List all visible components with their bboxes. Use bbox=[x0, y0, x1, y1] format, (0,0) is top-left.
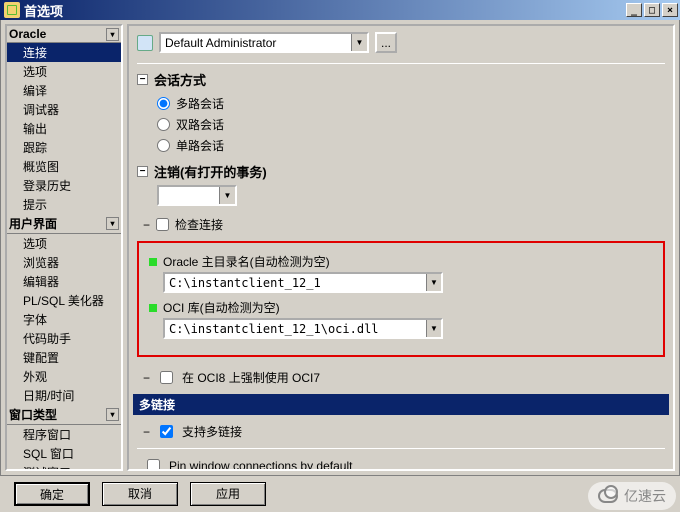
tree-item[interactable]: 概览图 bbox=[7, 157, 121, 176]
radio-multi-session[interactable]: 多路会话 bbox=[137, 93, 665, 114]
check-label: 支持多链接 bbox=[182, 423, 242, 440]
tree-group-label: 用户界面 bbox=[9, 215, 57, 232]
tree-item[interactable]: 提示 bbox=[7, 195, 121, 214]
tree-item[interactable]: 测试窗口 bbox=[7, 463, 121, 471]
session-header: − 会话方式 bbox=[137, 70, 665, 89]
minus-icon[interactable]: − bbox=[143, 371, 150, 385]
apply-button[interactable]: 应用 bbox=[190, 482, 266, 506]
status-dot-icon bbox=[149, 258, 157, 266]
admin-icon bbox=[137, 35, 153, 51]
admin-browse-button[interactable]: ... bbox=[375, 32, 397, 53]
minus-icon[interactable]: − bbox=[143, 425, 150, 439]
settings-panel: ▼ ... − 会话方式 多路会话 双路会话 单路会话 − 注销(有打开的事务)… bbox=[127, 24, 675, 471]
close-button[interactable]: × bbox=[662, 3, 678, 17]
oci-lib-combo[interactable]: ▼ bbox=[163, 318, 443, 339]
tree-item[interactable]: 外观 bbox=[7, 367, 121, 386]
collapse-icon[interactable]: ▾ bbox=[106, 217, 119, 230]
support-multi-checkbox[interactable] bbox=[160, 425, 173, 438]
tree-item[interactable]: 选项 bbox=[7, 62, 121, 81]
watermark-text: 亿速云 bbox=[624, 486, 666, 506]
check-connection-checkbox[interactable] bbox=[156, 218, 169, 231]
highlighted-settings: Oracle 主目录名(自动检测为空) ▼ OCI 库(自动检测为空) ▼ bbox=[137, 241, 665, 357]
status-dot-icon bbox=[149, 304, 157, 312]
tree-item[interactable]: 键配置 bbox=[7, 348, 121, 367]
oracle-home-label: Oracle 主目录名(自动检测为空) bbox=[149, 253, 653, 270]
tree-item[interactable]: 字体 bbox=[7, 310, 121, 329]
app-icon bbox=[4, 2, 20, 18]
dialog-buttons: 确定 取消 应用 bbox=[4, 480, 676, 508]
tree-group-ui[interactable]: 用户界面 ▾ bbox=[7, 214, 121, 234]
check-label: 检查连接 bbox=[175, 216, 223, 233]
cloud-icon bbox=[598, 489, 618, 503]
window-title: 首选项 bbox=[24, 1, 63, 20]
preferences-tree[interactable]: Oracle ▾ 连接 选项 编译 调试器 输出 跟踪 概览图 登录历史 提示 … bbox=[5, 24, 123, 471]
logoff-header: − 注销(有打开的事务) bbox=[137, 162, 665, 181]
tree-item[interactable]: 编辑器 bbox=[7, 272, 121, 291]
tree-item[interactable]: 调试器 bbox=[7, 100, 121, 119]
tree-item[interactable]: 浏览器 bbox=[7, 253, 121, 272]
chevron-down-icon[interactable]: ▼ bbox=[351, 34, 367, 51]
multi-link-header: 多链接 bbox=[133, 394, 669, 415]
tree-item[interactable]: 选项 bbox=[7, 234, 121, 253]
minus-icon[interactable]: − bbox=[143, 218, 150, 232]
check-label: 在 OCI8 上强制使用 OCI7 bbox=[182, 369, 320, 386]
check-label: Pin window connections by default bbox=[169, 459, 352, 472]
chevron-down-icon[interactable]: ▼ bbox=[219, 187, 235, 204]
radio-label: 多路会话 bbox=[176, 95, 224, 112]
logoff-header-label: 注销(有打开的事务) bbox=[154, 162, 267, 181]
radio-input[interactable] bbox=[157, 97, 170, 110]
cancel-button[interactable]: 取消 bbox=[102, 482, 178, 506]
tree-item[interactable]: 代码助手 bbox=[7, 329, 121, 348]
field-label-text: OCI 库(自动检测为空) bbox=[163, 299, 280, 316]
oci-lib-input[interactable] bbox=[165, 322, 426, 336]
tree-group-windowtype[interactable]: 窗口类型 ▾ bbox=[7, 405, 121, 425]
tree-item[interactable]: 程序窗口 bbox=[7, 425, 121, 444]
tree-group-label: Oracle bbox=[9, 27, 46, 41]
session-header-label: 会话方式 bbox=[154, 70, 206, 89]
oracle-home-combo[interactable]: ▼ bbox=[163, 272, 443, 293]
pin-window-row[interactable]: Pin window connections by default bbox=[137, 453, 665, 471]
oci8-force-row[interactable]: − 在 OCI8 上强制使用 OCI7 bbox=[137, 365, 665, 390]
tree-item[interactable]: SQL 窗口 bbox=[7, 444, 121, 463]
radio-input[interactable] bbox=[157, 118, 170, 131]
logoff-dropdown[interactable]: ▼ bbox=[157, 185, 237, 206]
minimize-button[interactable]: _ bbox=[626, 3, 642, 17]
admin-input[interactable] bbox=[161, 34, 351, 51]
check-connection-row[interactable]: − 检查连接 bbox=[137, 214, 665, 235]
minus-icon[interactable]: − bbox=[137, 74, 148, 85]
radio-single-session[interactable]: 单路会话 bbox=[137, 135, 665, 156]
titlebar: 首选项 _ □ × bbox=[0, 0, 680, 20]
admin-combo[interactable]: ▼ bbox=[159, 32, 369, 53]
tree-item[interactable]: 输出 bbox=[7, 119, 121, 138]
radio-label: 双路会话 bbox=[176, 116, 224, 133]
tree-item[interactable]: 登录历史 bbox=[7, 176, 121, 195]
minus-icon[interactable]: − bbox=[137, 166, 148, 177]
collapse-icon[interactable]: ▾ bbox=[106, 408, 119, 421]
admin-toolbar: ▼ ... bbox=[137, 32, 665, 53]
radio-label: 单路会话 bbox=[176, 137, 224, 154]
radio-input[interactable] bbox=[157, 139, 170, 152]
oci-lib-label: OCI 库(自动检测为空) bbox=[149, 299, 653, 316]
support-multi-row[interactable]: − 支持多链接 bbox=[137, 419, 665, 444]
tree-item-connection[interactable]: 连接 bbox=[7, 43, 121, 62]
tree-group-label: 窗口类型 bbox=[9, 406, 57, 423]
maximize-button[interactable]: □ bbox=[644, 3, 660, 17]
field-label-text: Oracle 主目录名(自动检测为空) bbox=[163, 253, 330, 270]
radio-dual-session[interactable]: 双路会话 bbox=[137, 114, 665, 135]
tree-item[interactable]: 跟踪 bbox=[7, 138, 121, 157]
pin-checkbox[interactable] bbox=[147, 459, 160, 471]
chevron-down-icon[interactable]: ▼ bbox=[426, 274, 441, 291]
oracle-home-input[interactable] bbox=[165, 276, 426, 290]
watermark: 亿速云 bbox=[588, 482, 676, 510]
content-area: Oracle ▾ 连接 选项 编译 调试器 输出 跟踪 概览图 登录历史 提示 … bbox=[0, 20, 680, 476]
tree-item[interactable]: 日期/时间 bbox=[7, 386, 121, 405]
oci8-checkbox[interactable] bbox=[160, 371, 173, 384]
chevron-down-icon[interactable]: ▼ bbox=[426, 320, 441, 337]
tree-group-oracle[interactable]: Oracle ▾ bbox=[7, 26, 121, 43]
collapse-icon[interactable]: ▾ bbox=[106, 28, 119, 41]
ok-button[interactable]: 确定 bbox=[14, 482, 90, 506]
tree-item[interactable]: PL/SQL 美化器 bbox=[7, 291, 121, 310]
tree-item[interactable]: 编译 bbox=[7, 81, 121, 100]
